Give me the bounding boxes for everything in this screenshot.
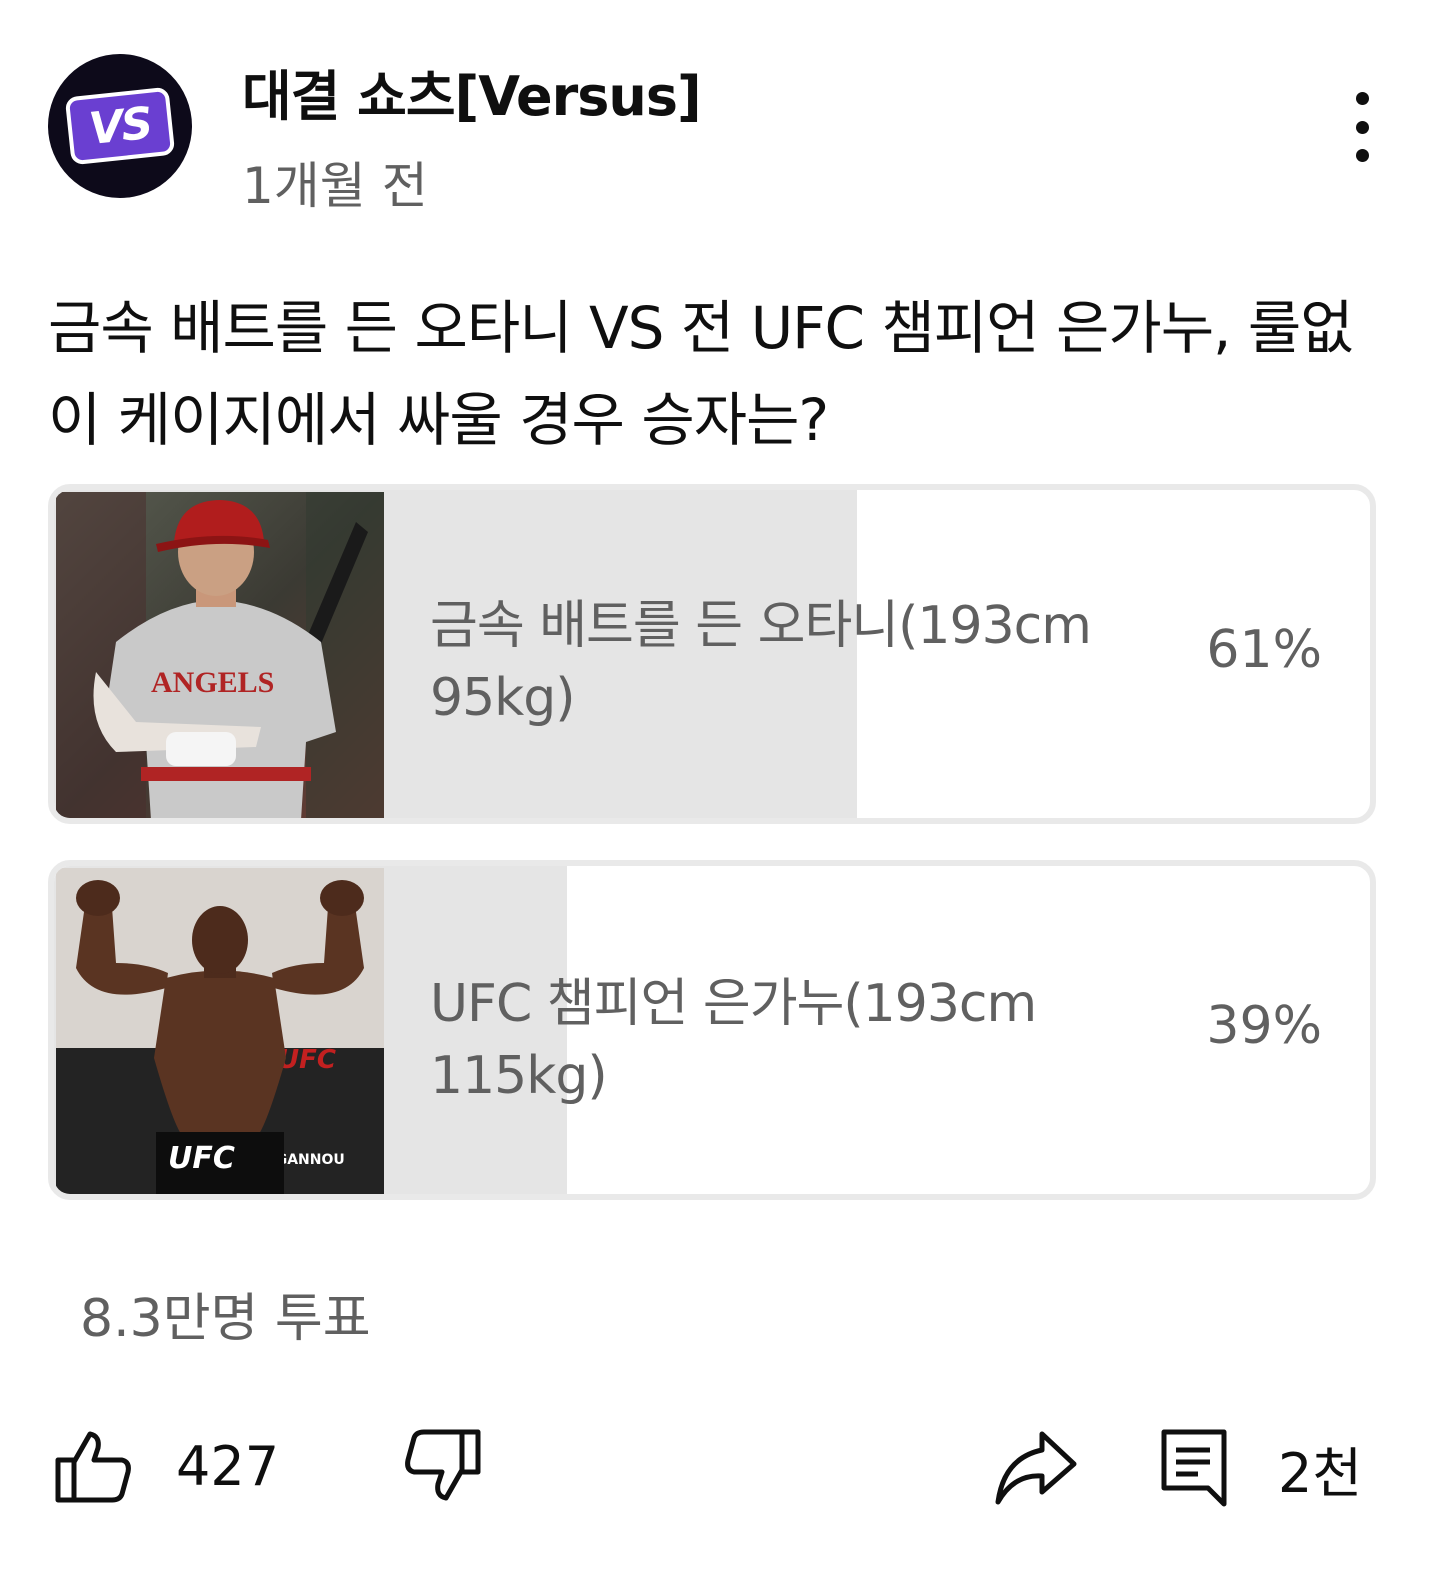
poll-option-ngannou[interactable]: UFC NGANNOU UFC UFC 챔피언 은가누(193cm 115kg)… — [48, 860, 1376, 1200]
comment-icon — [1161, 1429, 1227, 1507]
more-vert-icon[interactable] — [1344, 92, 1380, 162]
thumbs-up-icon — [55, 1431, 131, 1503]
channel-name[interactable]: 대결 쇼츠[Versus] — [242, 52, 702, 131]
poll-option-label: UFC 챔피언 은가누(193cm 115kg) — [430, 974, 1037, 1106]
like-button[interactable]: 427 — [52, 1426, 279, 1506]
comment-count: 2천 — [1278, 1441, 1363, 1505]
post-time: 1개월 전 — [242, 157, 428, 215]
avatar-logo: VS — [64, 86, 176, 166]
post-header: VS 대결 쇼츠[Versus] 1개월 전 — [48, 48, 1408, 215]
ngannou-image: UFC NGANNOU UFC — [56, 868, 384, 1194]
channel-avatar[interactable]: VS — [48, 54, 192, 198]
share-icon — [995, 1431, 1077, 1505]
svg-text:UFC: UFC — [168, 1141, 235, 1176]
thumbs-down-icon — [405, 1429, 481, 1501]
svg-text:UFC: UFC — [278, 1045, 336, 1075]
poll-option-percent: 61% — [1206, 620, 1322, 680]
poll-option-percent: 39% — [1206, 996, 1322, 1056]
poll-option-ohtani[interactable]: ANGELS 금속 배트를 든 오타니(193cm 95kg) 61% — [48, 484, 1376, 824]
like-count: 427 — [176, 1434, 280, 1498]
ohtani-image: ANGELS — [56, 492, 384, 818]
post-question: 금속 배트를 든 오타니 VS 전 UFC 챔피언 은가누, 룰없이 케이지에서… — [48, 294, 1354, 454]
poll-option-label: 금속 배트를 든 오타니(193cm 95kg) — [430, 596, 1092, 728]
svg-text:ANGELS: ANGELS — [151, 666, 274, 699]
total-votes: 8.3만명 투표 — [80, 1289, 371, 1349]
comment-button[interactable]: 2천 — [1158, 1426, 1362, 1510]
dislike-button[interactable] — [404, 1426, 484, 1506]
share-button[interactable] — [992, 1426, 1080, 1506]
avatar-logo-text: VS — [86, 97, 154, 155]
